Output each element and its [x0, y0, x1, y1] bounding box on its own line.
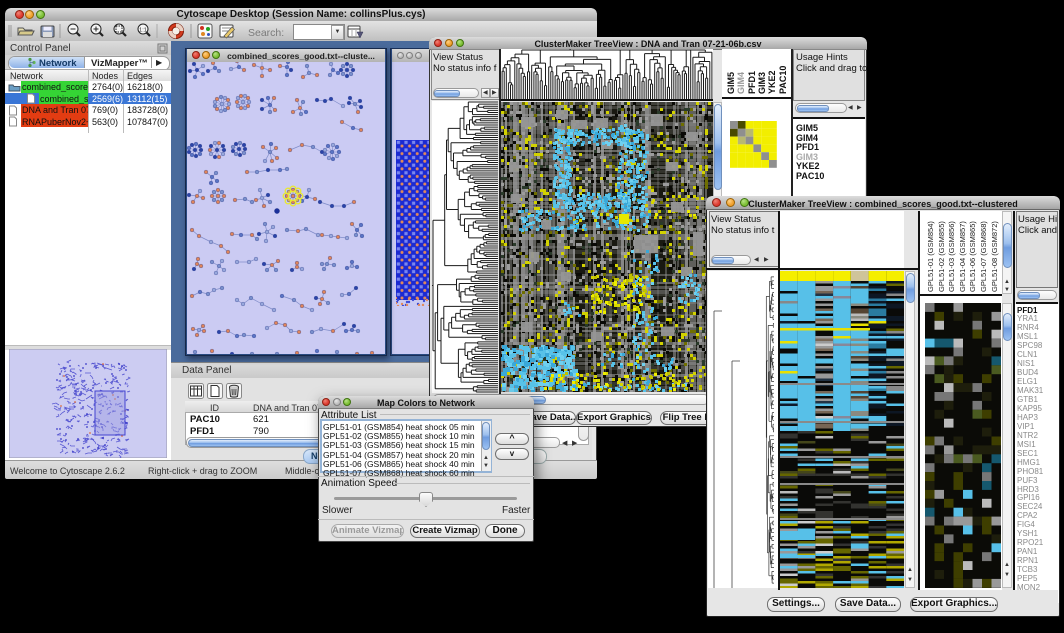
svg-text:1:1: 1:1 — [139, 28, 147, 34]
